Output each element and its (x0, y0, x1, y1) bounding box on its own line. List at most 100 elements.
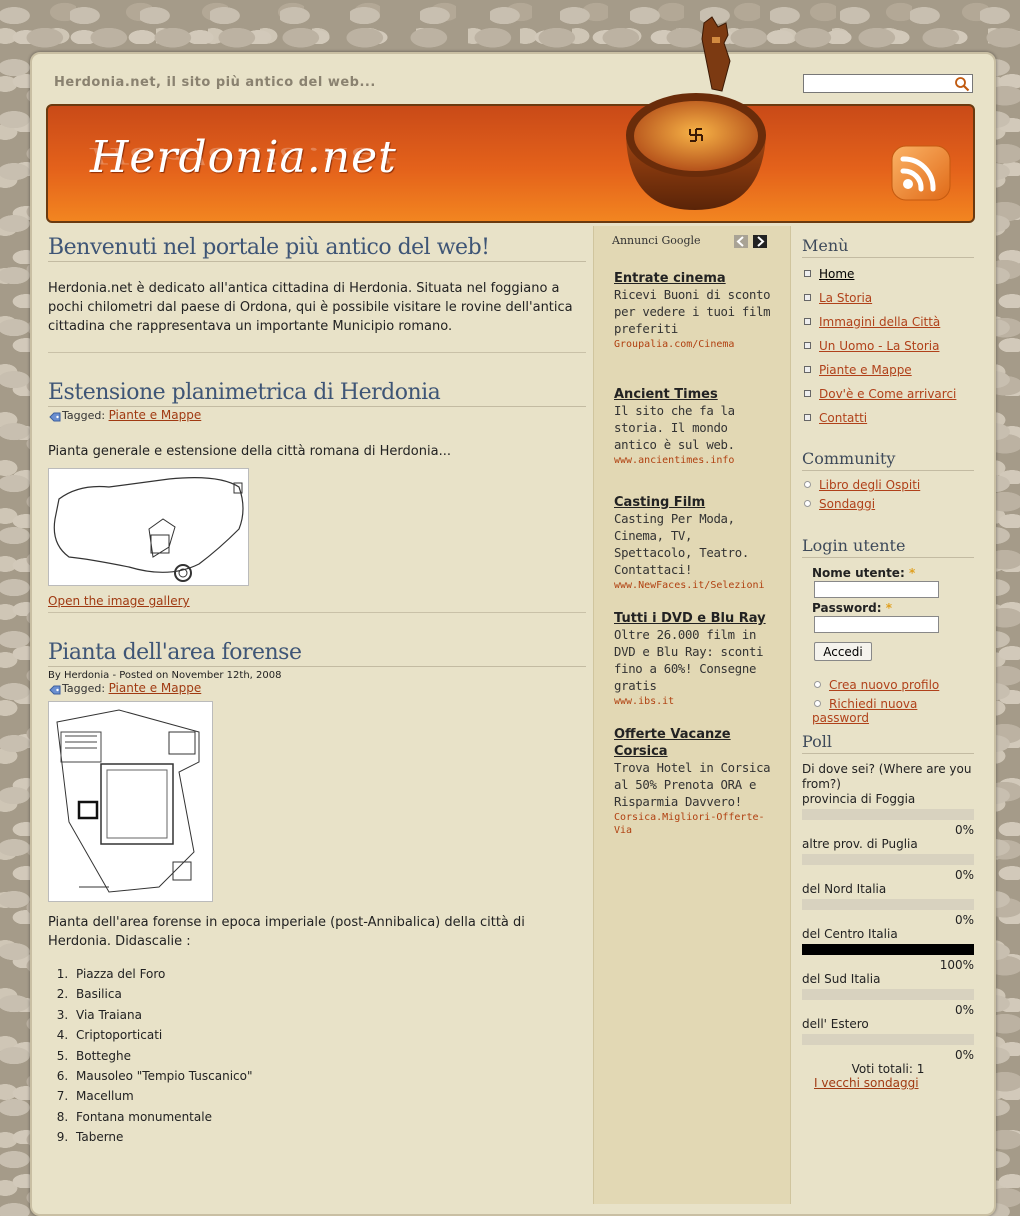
menu-item-storia[interactable]: La Storia (802, 291, 974, 315)
ancient-bowl-image (626, 16, 766, 210)
bullet-icon (804, 294, 811, 301)
post-title-estensione[interactable]: Estensione planimetrica di Herdonia (48, 380, 586, 407)
community-link[interactable]: Libro degli Ospiti (819, 478, 920, 492)
ad-url[interactable]: www.ancientimes.info (614, 454, 774, 467)
tag-icon (49, 412, 61, 422)
menu-item-uomo[interactable]: Un Uomo - La Storia (802, 339, 974, 363)
bullet-icon (804, 500, 811, 507)
tagged-label: Tagged: (62, 682, 106, 695)
poll-option-label: provincia di Foggia (802, 792, 916, 806)
menu-link[interactable]: La Storia (819, 291, 872, 305)
login-form: Nome utente: * Password: * Accedi Crea n… (802, 566, 974, 725)
ad-title[interactable]: Offerte Vacanze Corsica (614, 726, 774, 760)
poll-bar-fill (802, 944, 974, 955)
poll-option-label: altre prov. di Puglia (802, 837, 918, 851)
open-gallery-link[interactable]: Open the image gallery (48, 594, 190, 608)
menu-item-immagini[interactable]: Immagini della Città (802, 315, 974, 339)
username-label-text: Nome utente: (812, 566, 905, 580)
list-item: Via Traiana (72, 1005, 586, 1025)
ad-url[interactable]: www.NewFaces.it/Selezioni (614, 579, 774, 592)
poll-bar-track (802, 809, 974, 820)
menu-link[interactable]: Dov'è e Come arrivarci (819, 387, 956, 401)
plan-image-wrapper (48, 468, 586, 594)
ad-title[interactable]: Ancient Times (614, 386, 774, 403)
menu-link[interactable]: Immagini della Città (819, 315, 940, 329)
menu-link[interactable]: Piante e Mappe (819, 363, 912, 377)
username-field[interactable] (814, 581, 939, 598)
poll-option: provincia di Foggia 0% (802, 792, 974, 837)
chevron-right-icon (757, 236, 765, 247)
legend-list: Piazza del Foro Basilica Via Traiana Cri… (48, 964, 586, 1148)
chevron-left-icon (736, 236, 744, 247)
username-label: Nome utente: * (812, 566, 974, 580)
ad-item[interactable]: Ancient Times Il sito che fa la storia. … (614, 386, 774, 467)
ad-item[interactable]: Entrate cinema Ricevi Buoni di sconto pe… (614, 270, 774, 351)
ad-item[interactable]: Tutti i DVD e Blu Ray Oltre 26.000 film … (614, 610, 774, 708)
ad-title[interactable]: Casting Film (614, 494, 774, 511)
divider (48, 612, 586, 613)
list-item: Fontana monumentale (72, 1107, 586, 1127)
ads-header[interactable]: Annunci Google (612, 234, 701, 247)
ads-prev-button[interactable] (734, 235, 748, 248)
tag-link-piante[interactable]: Piante e Mappe (109, 681, 202, 695)
poll-option: del Nord Italia 0% (802, 882, 974, 927)
poll-option-label: del Sud Italia (802, 972, 881, 986)
create-profile-link[interactable]: Crea nuovo profilo (829, 678, 939, 692)
ad-url[interactable]: Groupalia.com/Cinema (614, 338, 774, 351)
login-button[interactable]: Accedi (814, 642, 872, 661)
ad-text: Oltre 26.000 film in DVD e Blu Ray: scon… (614, 628, 764, 693)
bullet-icon (804, 390, 811, 397)
welcome-title: Benvenuti nel portale più antico del web… (48, 235, 586, 262)
city-plan-image[interactable] (48, 468, 249, 586)
poll-bar-track (802, 989, 974, 1000)
forum-plan-wrapper (48, 701, 586, 911)
post-tags: Tagged: Piante e Mappe (48, 408, 586, 422)
menu-link[interactable]: Un Uomo - La Storia (819, 339, 939, 353)
menu-link[interactable]: Home (819, 267, 854, 281)
forum-plan-image[interactable] (48, 701, 213, 902)
divider (48, 352, 586, 353)
search-icon[interactable] (954, 76, 970, 92)
community-link[interactable]: Sondaggi (819, 497, 875, 511)
ad-url[interactable]: Corsica.Migliori-Offerte-Via (614, 811, 774, 837)
ads-next-button[interactable] (753, 235, 767, 248)
reset-password-link[interactable]: Richiedi nuova password (812, 697, 917, 725)
search-input[interactable] (804, 75, 956, 94)
post-title-area-forense[interactable]: Pianta dell'area forense (48, 640, 586, 667)
poll-option-percent: 0% (954, 913, 974, 927)
menu-item-contatti[interactable]: Contatti (802, 411, 974, 435)
ad-text: Il sito che fa la storia. Il mondo antic… (614, 404, 735, 452)
old-polls-link[interactable]: I vecchi sondaggi (814, 1076, 919, 1090)
ad-text: Ricevi Buoni di sconto per vedere i tuoi… (614, 288, 771, 336)
poll-question: Di dove sei? (Where are you from?) (802, 762, 972, 791)
tag-link-piante[interactable]: Piante e Mappe (109, 408, 202, 422)
community-item[interactable]: Sondaggi (802, 497, 974, 516)
ad-item[interactable]: Casting Film Casting Per Moda, Cinema, T… (614, 494, 774, 592)
site-logo-reflection: Herdonia.net (90, 142, 397, 169)
ad-url[interactable]: www.ibs.it (614, 695, 774, 708)
ad-title[interactable]: Tutti i DVD e Blu Ray (614, 610, 774, 627)
bullet-icon (804, 318, 811, 325)
bullet-icon (814, 700, 821, 707)
list-item: Macellum (72, 1086, 586, 1106)
rss-feed-icon[interactable] (890, 144, 954, 208)
poll-bar-track (802, 944, 974, 955)
list-item: Mausoleo "Tempio Tuscanico" (72, 1066, 586, 1086)
poll-bar-track (802, 854, 974, 865)
password-field[interactable] (814, 616, 939, 633)
menu-item-home[interactable]: Home (802, 267, 974, 291)
community-item[interactable]: Libro degli Ospiti (802, 478, 974, 497)
login-links: Crea nuovo profilo Richiedi nuova passwo… (812, 678, 974, 725)
search-box[interactable] (803, 74, 973, 94)
bullet-icon (804, 342, 811, 349)
poll-option: altre prov. di Puglia 0% (802, 837, 974, 882)
login-link-item[interactable]: Crea nuovo profilo (812, 678, 974, 697)
login-link-item[interactable]: Richiedi nuova password (812, 697, 974, 725)
menu-link[interactable]: Contatti (819, 411, 867, 425)
ad-title[interactable]: Entrate cinema (614, 270, 774, 287)
ad-item[interactable]: Offerte Vacanze Corsica Trova Hotel in C… (614, 726, 774, 837)
menu-item-piante[interactable]: Piante e Mappe (802, 363, 974, 387)
menu-item-dove[interactable]: Dov'è e Come arrivarci (802, 387, 974, 411)
poll-bar-track (802, 899, 974, 910)
poll-bar-track (802, 1034, 974, 1045)
